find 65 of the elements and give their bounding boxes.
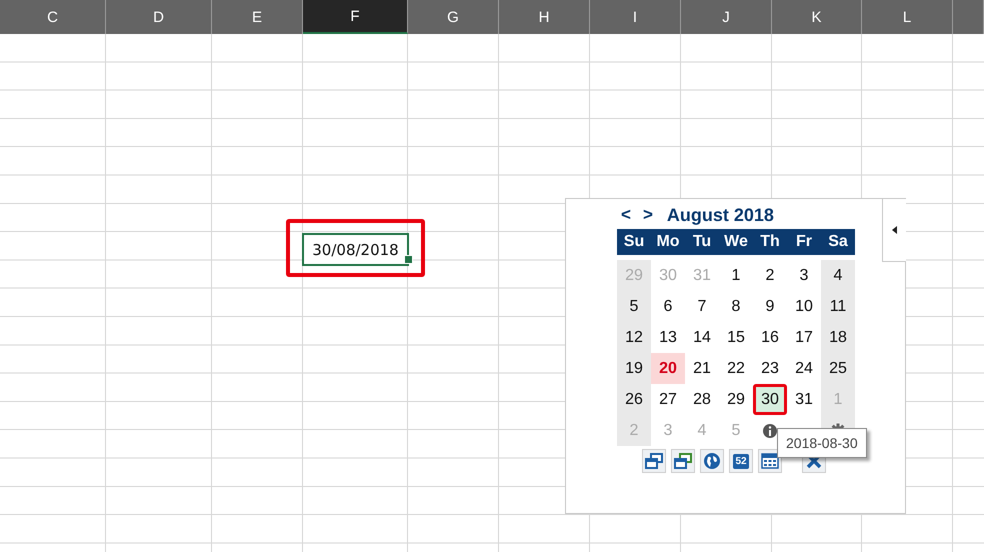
calendar-day[interactable]: 10: [787, 291, 821, 322]
windows-button[interactable]: [642, 449, 666, 473]
calendar-day[interactable]: 28: [685, 384, 719, 415]
column-header[interactable]: L: [862, 0, 953, 34]
calendar-day[interactable]: 5: [617, 291, 651, 322]
calendar-day[interactable]: 25: [821, 353, 855, 384]
weekday-label: Sa: [827, 232, 849, 252]
calendar-day[interactable]: 12: [617, 322, 651, 353]
calendar-day[interactable]: 22: [719, 353, 753, 384]
next-month-button[interactable]: >: [638, 205, 657, 225]
weekday-label: Su: [622, 232, 646, 252]
windows-icon: [674, 452, 692, 470]
calendar-day[interactable]: 15: [719, 322, 753, 353]
fill-handle[interactable]: [404, 255, 413, 264]
calendar-day[interactable]: 21: [685, 353, 719, 384]
weekday-label: We: [723, 232, 749, 252]
column-header[interactable]: H: [499, 0, 590, 34]
column-header[interactable]: K: [772, 0, 862, 34]
weekday-label: Tu: [692, 232, 712, 252]
calendar-day[interactable]: 16: [753, 322, 787, 353]
column-header[interactable]: C: [0, 0, 106, 34]
calendar-day[interactable]: 24: [787, 353, 821, 384]
windows-button[interactable]: [671, 449, 695, 473]
globe-icon: [703, 452, 721, 470]
column-header[interactable]: F: [303, 0, 408, 34]
calendar-day[interactable]: 2: [753, 260, 787, 291]
calendar-day[interactable]: 9: [753, 291, 787, 322]
globe-button[interactable]: [700, 449, 724, 473]
month-title: August 2018: [666, 204, 774, 226]
calendar-day[interactable]: 17: [787, 322, 821, 353]
calendar-day[interactable]: 1: [719, 260, 753, 291]
calendar-day[interactable]: 18: [821, 322, 855, 353]
calendar-day[interactable]: 30: [753, 384, 787, 415]
calendar-day[interactable]: 20: [651, 353, 685, 384]
column-header[interactable]: D: [106, 0, 212, 34]
column-header[interactable]: E: [212, 0, 303, 34]
triangle-icon: [891, 225, 898, 235]
calendar-day[interactable]: 11: [821, 291, 855, 322]
weekday-label: Th: [759, 232, 781, 252]
windows-icon: [645, 452, 663, 470]
calendar-day[interactable]: 29: [719, 384, 753, 415]
column-header[interactable]: G: [408, 0, 499, 34]
calendar-day[interactable]: 13: [651, 322, 685, 353]
date-tooltip: 2018-08-30: [777, 428, 867, 458]
calendar-button[interactable]: [758, 449, 782, 473]
calendar-day[interactable]: 31: [787, 384, 821, 415]
weekday-label: Fr: [795, 232, 813, 252]
calendar-day[interactable]: 23: [753, 353, 787, 384]
calendar-day[interactable]: 27: [651, 384, 685, 415]
week-number-button[interactable]: 52: [729, 449, 753, 473]
active-cell[interactable]: 30/08/2018: [302, 233, 409, 266]
weekday-label: Mo: [655, 232, 681, 252]
calendar-day[interactable]: 26: [617, 384, 651, 415]
info-icon[interactable]: [762, 422, 778, 438]
column-header[interactable]: I: [590, 0, 681, 34]
calendar-day[interactable]: 3: [787, 260, 821, 291]
column-header[interactable]: J: [681, 0, 772, 34]
calendar-day[interactable]: 7: [685, 291, 719, 322]
calendar-day[interactable]: 19: [617, 353, 651, 384]
calendar-day[interactable]: 8: [719, 291, 753, 322]
calendar-day[interactable]: 14: [685, 322, 719, 353]
previous-month-button[interactable]: <: [617, 205, 635, 225]
calendar-day[interactable]: 6: [651, 291, 685, 322]
calendar-day[interactable]: 4: [821, 260, 855, 291]
calendar-icon: [761, 452, 779, 470]
